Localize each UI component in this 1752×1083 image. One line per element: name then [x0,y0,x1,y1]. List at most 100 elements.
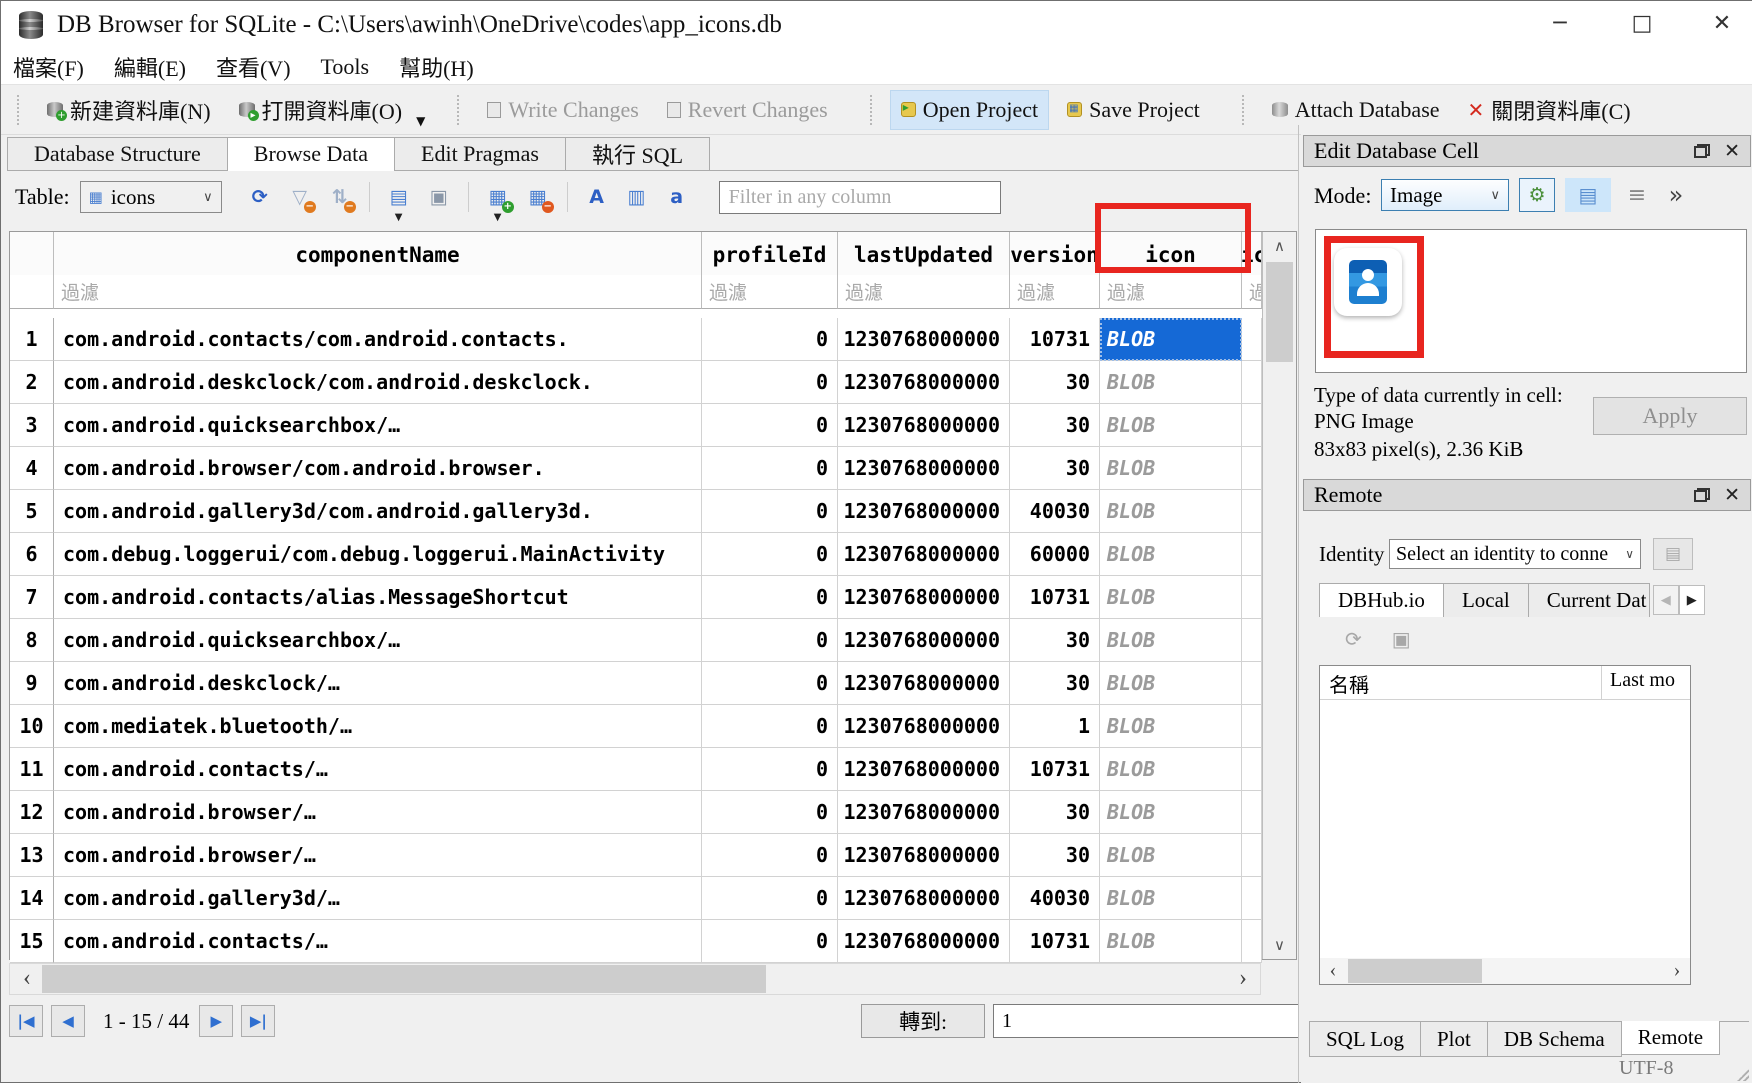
scroll-right-icon[interactable]: › [1228,964,1258,994]
cell-version[interactable]: 30 [1010,619,1100,662]
menu-file[interactable]: 檔案(F) [13,51,84,83]
remote-scroll-left-icon[interactable]: ‹ [1320,958,1346,984]
cell-version[interactable]: 40030 [1010,877,1100,920]
remote-list-scrollbar[interactable]: ‹ › [1320,958,1690,984]
cell-lastUpdated[interactable]: 1230768000000 [838,576,1010,619]
cell-partial[interactable] [1242,490,1262,533]
tab-browse-data[interactable]: Browse Data [227,137,395,170]
grid-vertical-scrollbar[interactable]: ∧ ∨ [1262,232,1296,959]
cell-icon-blob[interactable]: BLOB [1100,533,1242,576]
tab-db-schema[interactable]: DB Schema [1487,1022,1622,1057]
cell-lastUpdated[interactable]: 1230768000000 [838,705,1010,748]
remote-close-icon[interactable]: ✕ [1724,484,1740,506]
cell-icon-blob[interactable]: BLOB [1100,748,1242,791]
cell-componentName[interactable]: com.mediatek.bluetooth/… [54,705,702,748]
cell-profileId[interactable]: 0 [702,834,838,877]
first-record-button[interactable]: |◀ [9,1005,43,1037]
cell-icon-blob[interactable]: BLOB [1100,619,1242,662]
cell-profileId[interactable]: 0 [702,619,838,662]
cell-icon-blob[interactable]: BLOB [1100,791,1242,834]
cell-profileId[interactable]: 0 [702,533,838,576]
cell-lastUpdated[interactable]: 1230768000000 [838,533,1010,576]
prev-record-button[interactable]: ◀ [51,1005,85,1037]
tab-local[interactable]: Local [1443,583,1529,617]
cell-version[interactable]: 10731 [1010,576,1100,619]
cell-componentName[interactable]: com.android.quicksearchbox/… [54,619,702,662]
remote-refresh-icon[interactable]: ⟳ [1345,627,1362,651]
cell-version[interactable]: 10731 [1010,748,1100,791]
goto-input[interactable]: 1 [993,1004,1299,1038]
cell-componentName[interactable]: com.android.contacts/alias.MessageShortc… [54,576,702,619]
dropdown-arrow-icon[interactable]: ▼ [395,212,403,223]
cell-lastUpdated[interactable]: 1230768000000 [838,877,1010,920]
table-select[interactable]: ▦ icons ∨ [80,181,222,213]
scroll-up-icon[interactable]: ∧ [1263,232,1296,260]
cell-partial[interactable] [1242,576,1262,619]
cell-profileId[interactable]: 0 [702,361,838,404]
cell-lastUpdated[interactable]: 1230768000000 [838,447,1010,490]
tab-plot[interactable]: Plot [1420,1022,1488,1057]
cell-componentName[interactable]: com.android.gallery3d/… [54,877,702,920]
identity-settings-button[interactable]: ▤ [1653,538,1693,570]
clear-sort-button[interactable]: ⇅− [320,180,360,214]
cell-partial[interactable] [1242,834,1262,877]
cell-icon-blob[interactable]: BLOB [1100,662,1242,705]
remote-list-name-header[interactable]: 名稱 [1320,666,1602,699]
tab-sql-log[interactable]: SQL Log [1309,1022,1421,1057]
cell-icon-blob[interactable]: BLOB [1100,490,1242,533]
cell-profileId[interactable]: 0 [702,576,838,619]
tab-dbhub[interactable]: DBHub.io [1319,583,1444,617]
filter-input-partial[interactable]: 過濾 [1242,275,1262,309]
cell-componentName[interactable]: com.debug.loggerui/com.debug.loggerui.Ma… [54,533,702,576]
menu-edit[interactable]: 編輯(E) [114,51,186,83]
cell-partial[interactable] [1242,404,1262,447]
cell-icon-blob[interactable]: BLOB [1100,920,1242,963]
resize-grip[interactable] [1737,1069,1749,1081]
filter-input-componentName[interactable]: 過濾 [54,275,702,309]
cell-profileId[interactable]: 0 [702,877,838,920]
cell-version[interactable]: 40030 [1010,490,1100,533]
cell-version[interactable]: 10731 [1010,920,1100,963]
remote-clone-db-icon[interactable]: ▣ [1392,627,1411,651]
filter-input-version[interactable]: 過濾 [1010,275,1100,309]
cell-partial[interactable] [1242,748,1262,791]
cell-partial[interactable] [1242,662,1262,705]
cell-componentName[interactable]: com.android.quicksearchbox/… [54,404,702,447]
cell-profileId[interactable]: 0 [702,447,838,490]
cell-componentName[interactable]: com.android.contacts/com.android.contact… [54,318,702,361]
cell-partial[interactable] [1242,533,1262,576]
next-record-button[interactable]: ▶ [199,1005,233,1037]
open-database-dropdown[interactable]: ▼ [416,114,425,128]
cell-icon-blob[interactable]: BLOB [1100,404,1242,447]
tab-edit-pragmas[interactable]: Edit Pragmas [394,137,566,170]
cell-version[interactable]: 30 [1010,834,1100,877]
document-view-button[interactable]: ▤ [1565,178,1611,212]
column-header-componentName[interactable]: componentName [54,232,702,278]
refresh-button[interactable]: ⟳ [240,180,280,214]
cell-componentName[interactable]: com.android.browser/… [54,834,702,877]
cell-lastUpdated[interactable]: 1230768000000 [838,834,1010,877]
cell-componentName[interactable]: com.android.browser/com.android.browser. [54,447,702,490]
horizontal-scroll-thumb[interactable] [42,965,766,993]
find-in-cells-button[interactable]: ▥ [617,180,657,214]
cell-version[interactable]: 1 [1010,705,1100,748]
cell-componentName[interactable]: com.android.contacts/… [54,748,702,791]
cell-lastUpdated[interactable]: 1230768000000 [838,662,1010,705]
cell-profileId[interactable]: 0 [702,318,838,361]
close-window-button[interactable]: ✕ [1691,1,1752,47]
maximize-button[interactable]: □ [1611,1,1673,47]
cell-profileId[interactable]: 0 [702,920,838,963]
cell-version[interactable]: 30 [1010,404,1100,447]
cell-icon-blob[interactable]: BLOB [1100,877,1242,920]
grid-horizontal-scrollbar[interactable]: ‹ › [9,963,1261,995]
cell-version[interactable]: 30 [1010,361,1100,404]
open-project-button[interactable]: Open Project [890,90,1049,130]
goto-button[interactable]: 轉到: [861,1004,985,1038]
remote-scroll-right-icon[interactable]: › [1664,958,1690,984]
save-project-button[interactable]: Save Project [1057,91,1210,129]
insert-record-button[interactable]: ▦+▼ [478,180,518,214]
cell-partial[interactable] [1242,619,1262,662]
cell-version[interactable]: 60000 [1010,533,1100,576]
cell-partial[interactable] [1242,318,1262,361]
word-wrap-button[interactable]: ≡ [1621,178,1653,212]
